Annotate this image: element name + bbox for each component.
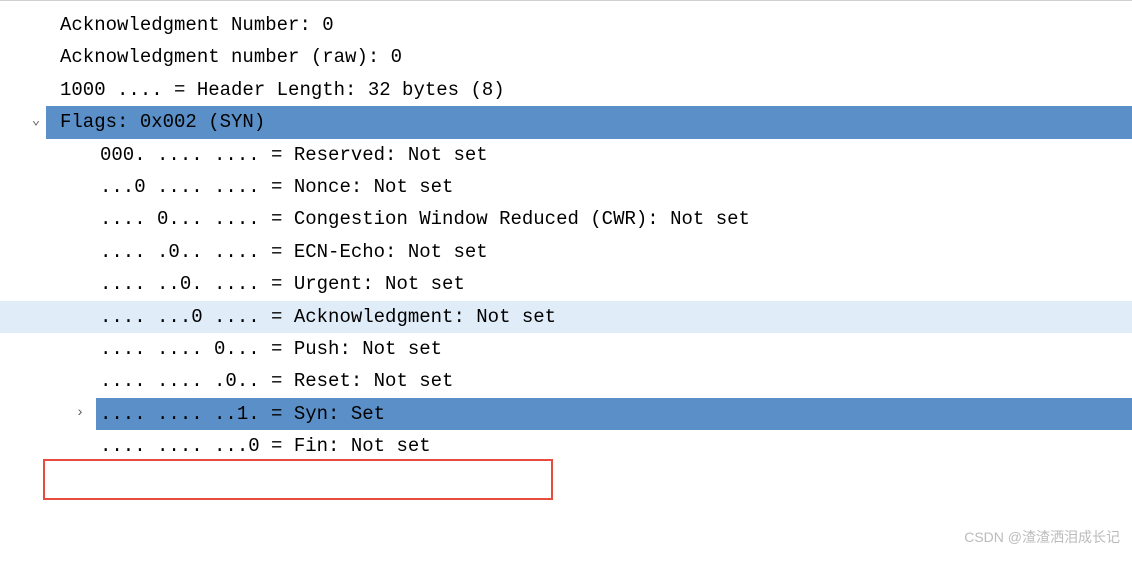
- packet-tree: Acknowledgment Number: 0 Acknowledgment …: [0, 1, 1132, 462]
- field-text: .... ..0. .... = Urgent: Not set: [100, 268, 465, 300]
- field-text: .... .... ...0 = Fin: Not set: [100, 430, 431, 462]
- field-flags[interactable]: ⌄ Flags: 0x002 (SYN): [0, 106, 1132, 138]
- field-ack-number[interactable]: Acknowledgment Number: 0: [0, 9, 1132, 41]
- field-text: Acknowledgment number (raw): 0: [60, 41, 402, 73]
- watermark: CSDN @渣渣洒泪成长记: [964, 526, 1120, 550]
- field-cwr[interactable]: .... 0... .... = Congestion Window Reduc…: [0, 203, 1132, 235]
- field-text: 000. .... .... = Reserved: Not set: [100, 139, 488, 171]
- field-acknowledgment[interactable]: .... ...0 .... = Acknowledgment: Not set: [0, 301, 1132, 333]
- field-ecn[interactable]: .... .0.. .... = ECN-Echo: Not set: [0, 236, 1132, 268]
- field-header-length[interactable]: 1000 .... = Header Length: 32 bytes (8): [0, 74, 1132, 106]
- annotation-highlight-box: [43, 459, 553, 500]
- field-text: .... .0.. .... = ECN-Echo: Not set: [100, 236, 488, 268]
- field-text: Acknowledgment Number: 0: [60, 9, 334, 41]
- field-fin[interactable]: .... .... ...0 = Fin: Not set: [0, 430, 1132, 462]
- field-text: ...0 .... .... = Nonce: Not set: [100, 171, 453, 203]
- field-reserved[interactable]: 000. .... .... = Reserved: Not set: [0, 139, 1132, 171]
- field-urgent[interactable]: .... ..0. .... = Urgent: Not set: [0, 268, 1132, 300]
- field-text: Flags: 0x002 (SYN): [60, 106, 265, 138]
- field-text: 1000 .... = Header Length: 32 bytes (8): [60, 74, 505, 106]
- field-nonce[interactable]: ...0 .... .... = Nonce: Not set: [0, 171, 1132, 203]
- chevron-right-icon[interactable]: ›: [72, 402, 88, 426]
- field-push[interactable]: .... .... 0... = Push: Not set: [0, 333, 1132, 365]
- field-text: .... .... ..1. = Syn: Set: [100, 398, 385, 430]
- field-text: .... 0... .... = Congestion Window Reduc…: [100, 203, 750, 235]
- field-reset[interactable]: .... .... .0.. = Reset: Not set: [0, 365, 1132, 397]
- field-syn[interactable]: › .... .... ..1. = Syn: Set: [0, 398, 1132, 430]
- field-text: .... .... 0... = Push: Not set: [100, 333, 442, 365]
- field-ack-number-raw[interactable]: Acknowledgment number (raw): 0: [0, 41, 1132, 73]
- field-text: .... .... .0.. = Reset: Not set: [100, 365, 453, 397]
- field-text: .... ...0 .... = Acknowledgment: Not set: [100, 301, 556, 333]
- chevron-down-icon[interactable]: ⌄: [28, 110, 44, 134]
